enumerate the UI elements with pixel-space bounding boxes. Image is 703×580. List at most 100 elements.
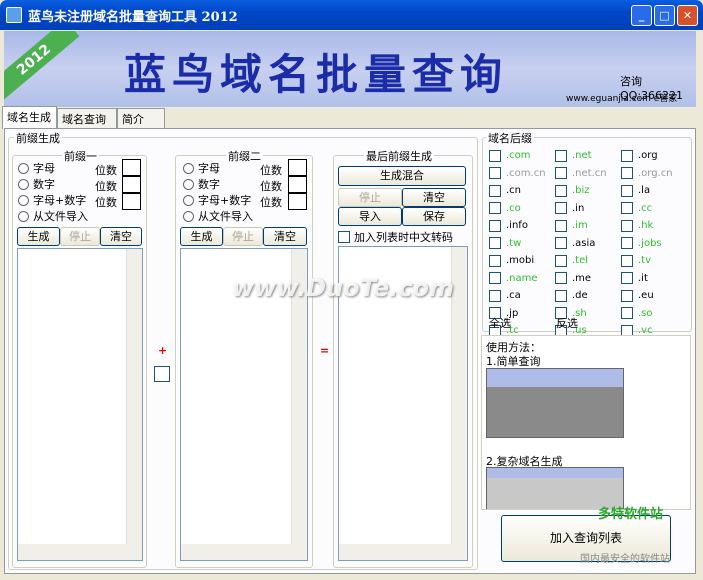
suffix-item[interactable]: .in bbox=[555, 200, 621, 218]
suffix-item[interactable]: .info bbox=[489, 217, 555, 235]
close-button[interactable]: ✕ bbox=[677, 5, 698, 26]
suffix-item[interactable]: .tw bbox=[489, 235, 555, 253]
minimize-button[interactable]: _ bbox=[631, 5, 652, 26]
tab-domain-gen[interactable]: 域名生成 bbox=[2, 106, 57, 129]
suffix-checkbox[interactable] bbox=[489, 184, 501, 197]
suffix-label: .mobi bbox=[506, 255, 535, 267]
suffix-checkbox[interactable] bbox=[621, 289, 633, 302]
prefix1-radio-file[interactable]: 从文件导入 bbox=[18, 208, 88, 224]
prefix1-digits-input[interactable] bbox=[122, 193, 141, 210]
suffix-checkbox[interactable] bbox=[489, 219, 501, 232]
prefix1-radio-mixed[interactable]: 字母+数字 bbox=[18, 192, 88, 208]
suffix-checkbox[interactable] bbox=[555, 167, 567, 180]
suffix-item[interactable]: .net.cn bbox=[555, 165, 621, 183]
horizontal-scrollbar[interactable] bbox=[18, 544, 142, 560]
suffix-checkbox[interactable] bbox=[621, 202, 633, 215]
suffix-item[interactable]: .jobs bbox=[621, 235, 687, 253]
horizontal-scrollbar[interactable] bbox=[339, 544, 467, 560]
save-button[interactable]: 保存 bbox=[402, 207, 466, 226]
suffix-checkbox[interactable] bbox=[621, 219, 633, 232]
prefix2-stop-button[interactable]: 停止 bbox=[223, 227, 263, 246]
suffix-checkbox[interactable] bbox=[621, 167, 633, 180]
suffix-checkbox[interactable] bbox=[621, 307, 633, 320]
horizontal-scrollbar[interactable] bbox=[181, 544, 307, 560]
combine-checkbox[interactable] bbox=[154, 366, 170, 382]
prefix2-radio-letter[interactable]: 字母 bbox=[183, 160, 253, 176]
suffix-checkbox[interactable] bbox=[489, 289, 501, 302]
suffix-checkbox[interactable] bbox=[555, 219, 567, 232]
prefix1-generate-button[interactable]: 生成 bbox=[17, 227, 60, 246]
suffix-item[interactable]: .tv bbox=[621, 252, 687, 270]
import-button[interactable]: 导入 bbox=[338, 207, 402, 226]
suffix-checkbox[interactable] bbox=[555, 289, 567, 302]
suffix-item[interactable]: .biz bbox=[555, 182, 621, 200]
invert-selection-link[interactable]: 反选 bbox=[556, 315, 578, 331]
suffix-item[interactable]: .net bbox=[555, 147, 621, 165]
suffix-item[interactable]: .mobi bbox=[489, 252, 555, 270]
tab-domain-query[interactable]: 域名查询 bbox=[57, 108, 117, 128]
prefix1-radio-letter[interactable]: 字母 bbox=[18, 160, 88, 176]
final-stop-button[interactable]: 停止 bbox=[338, 188, 402, 207]
convert-option[interactable]: 加入列表时中文转码 bbox=[338, 229, 453, 245]
suffix-item[interactable]: .cc bbox=[621, 200, 687, 218]
prefix2-digits-input[interactable] bbox=[288, 193, 307, 210]
suffix-item[interactable]: .hk bbox=[621, 217, 687, 235]
radio-icon bbox=[183, 194, 194, 206]
generate-mix-button[interactable]: 生成混合 bbox=[338, 166, 466, 186]
select-all-link[interactable]: 全选 bbox=[489, 315, 511, 331]
suffix-checkbox[interactable] bbox=[555, 272, 567, 285]
suffix-checkbox[interactable] bbox=[489, 149, 501, 162]
suffix-item[interactable]: .la bbox=[621, 182, 687, 200]
prefix1-digits-input[interactable] bbox=[122, 176, 141, 193]
prefix2-digits-input[interactable] bbox=[288, 159, 307, 176]
suffix-checkbox[interactable] bbox=[555, 202, 567, 215]
suffix-item[interactable]: .it bbox=[621, 270, 687, 288]
suffix-item[interactable]: .de bbox=[555, 287, 621, 305]
suffix-checkbox[interactable] bbox=[555, 237, 567, 250]
prefix2-generate-button[interactable]: 生成 bbox=[180, 227, 223, 246]
suffix-checkbox[interactable] bbox=[621, 149, 633, 162]
suffix-checkbox[interactable] bbox=[555, 149, 567, 162]
suffix-item[interactable]: .org.cn bbox=[621, 165, 687, 183]
suffix-checkbox[interactable] bbox=[489, 237, 501, 250]
suffix-item[interactable]: .so bbox=[621, 305, 687, 323]
tab-intro[interactable]: 简介 bbox=[117, 108, 165, 128]
suffix-item[interactable]: .ca bbox=[489, 287, 555, 305]
suffix-checkbox[interactable] bbox=[489, 202, 501, 215]
prefix2-radio-digit[interactable]: 数字 bbox=[183, 176, 253, 192]
suffix-item[interactable]: .asia bbox=[555, 235, 621, 253]
suffix-checkbox[interactable] bbox=[555, 184, 567, 197]
suffix-item[interactable]: .com.cn bbox=[489, 165, 555, 183]
suffix-item[interactable]: .cn bbox=[489, 182, 555, 200]
prefix2-radio-file[interactable]: 从文件导入 bbox=[183, 208, 253, 224]
suffix-checkbox[interactable] bbox=[621, 184, 633, 197]
suffix-item[interactable]: .eu bbox=[621, 287, 687, 305]
prefix1-radio-digit[interactable]: 数字 bbox=[18, 176, 88, 192]
suffix-checkbox[interactable] bbox=[489, 167, 501, 180]
suffix-checkbox[interactable] bbox=[489, 272, 501, 285]
suffix-checkbox[interactable] bbox=[621, 272, 633, 285]
suffix-item[interactable]: .org bbox=[621, 147, 687, 165]
prefix1-digits-input[interactable] bbox=[122, 159, 141, 176]
maximize-button[interactable]: □ bbox=[654, 5, 675, 26]
suffix-item[interactable]: .me bbox=[555, 270, 621, 288]
prefix1-clear-button[interactable]: 清空 bbox=[100, 227, 142, 246]
digits-label: 位数 bbox=[260, 196, 282, 209]
suffix-checkbox[interactable] bbox=[621, 254, 633, 267]
suffix-checkbox[interactable] bbox=[621, 237, 633, 250]
suffix-item[interactable]: .co bbox=[489, 200, 555, 218]
convert-checkbox[interactable] bbox=[338, 231, 350, 243]
prefix2-radio-mixed[interactable]: 字母+数字 bbox=[183, 192, 253, 208]
suffix-checkbox[interactable] bbox=[489, 254, 501, 267]
suffix-item[interactable]: .name bbox=[489, 270, 555, 288]
prefix1-stop-button[interactable]: 停止 bbox=[60, 227, 100, 246]
suffix-checkbox[interactable] bbox=[555, 254, 567, 267]
suffix-item[interactable]: .tel bbox=[555, 252, 621, 270]
vertical-scrollbar[interactable] bbox=[126, 249, 142, 544]
prefix2-clear-button[interactable]: 清空 bbox=[263, 227, 307, 246]
prefix1-list[interactable] bbox=[17, 248, 143, 561]
suffix-item[interactable]: .com bbox=[489, 147, 555, 165]
suffix-item[interactable]: .im bbox=[555, 217, 621, 235]
final-clear-button[interactable]: 清空 bbox=[402, 188, 466, 207]
prefix2-digits-input[interactable] bbox=[288, 176, 307, 193]
